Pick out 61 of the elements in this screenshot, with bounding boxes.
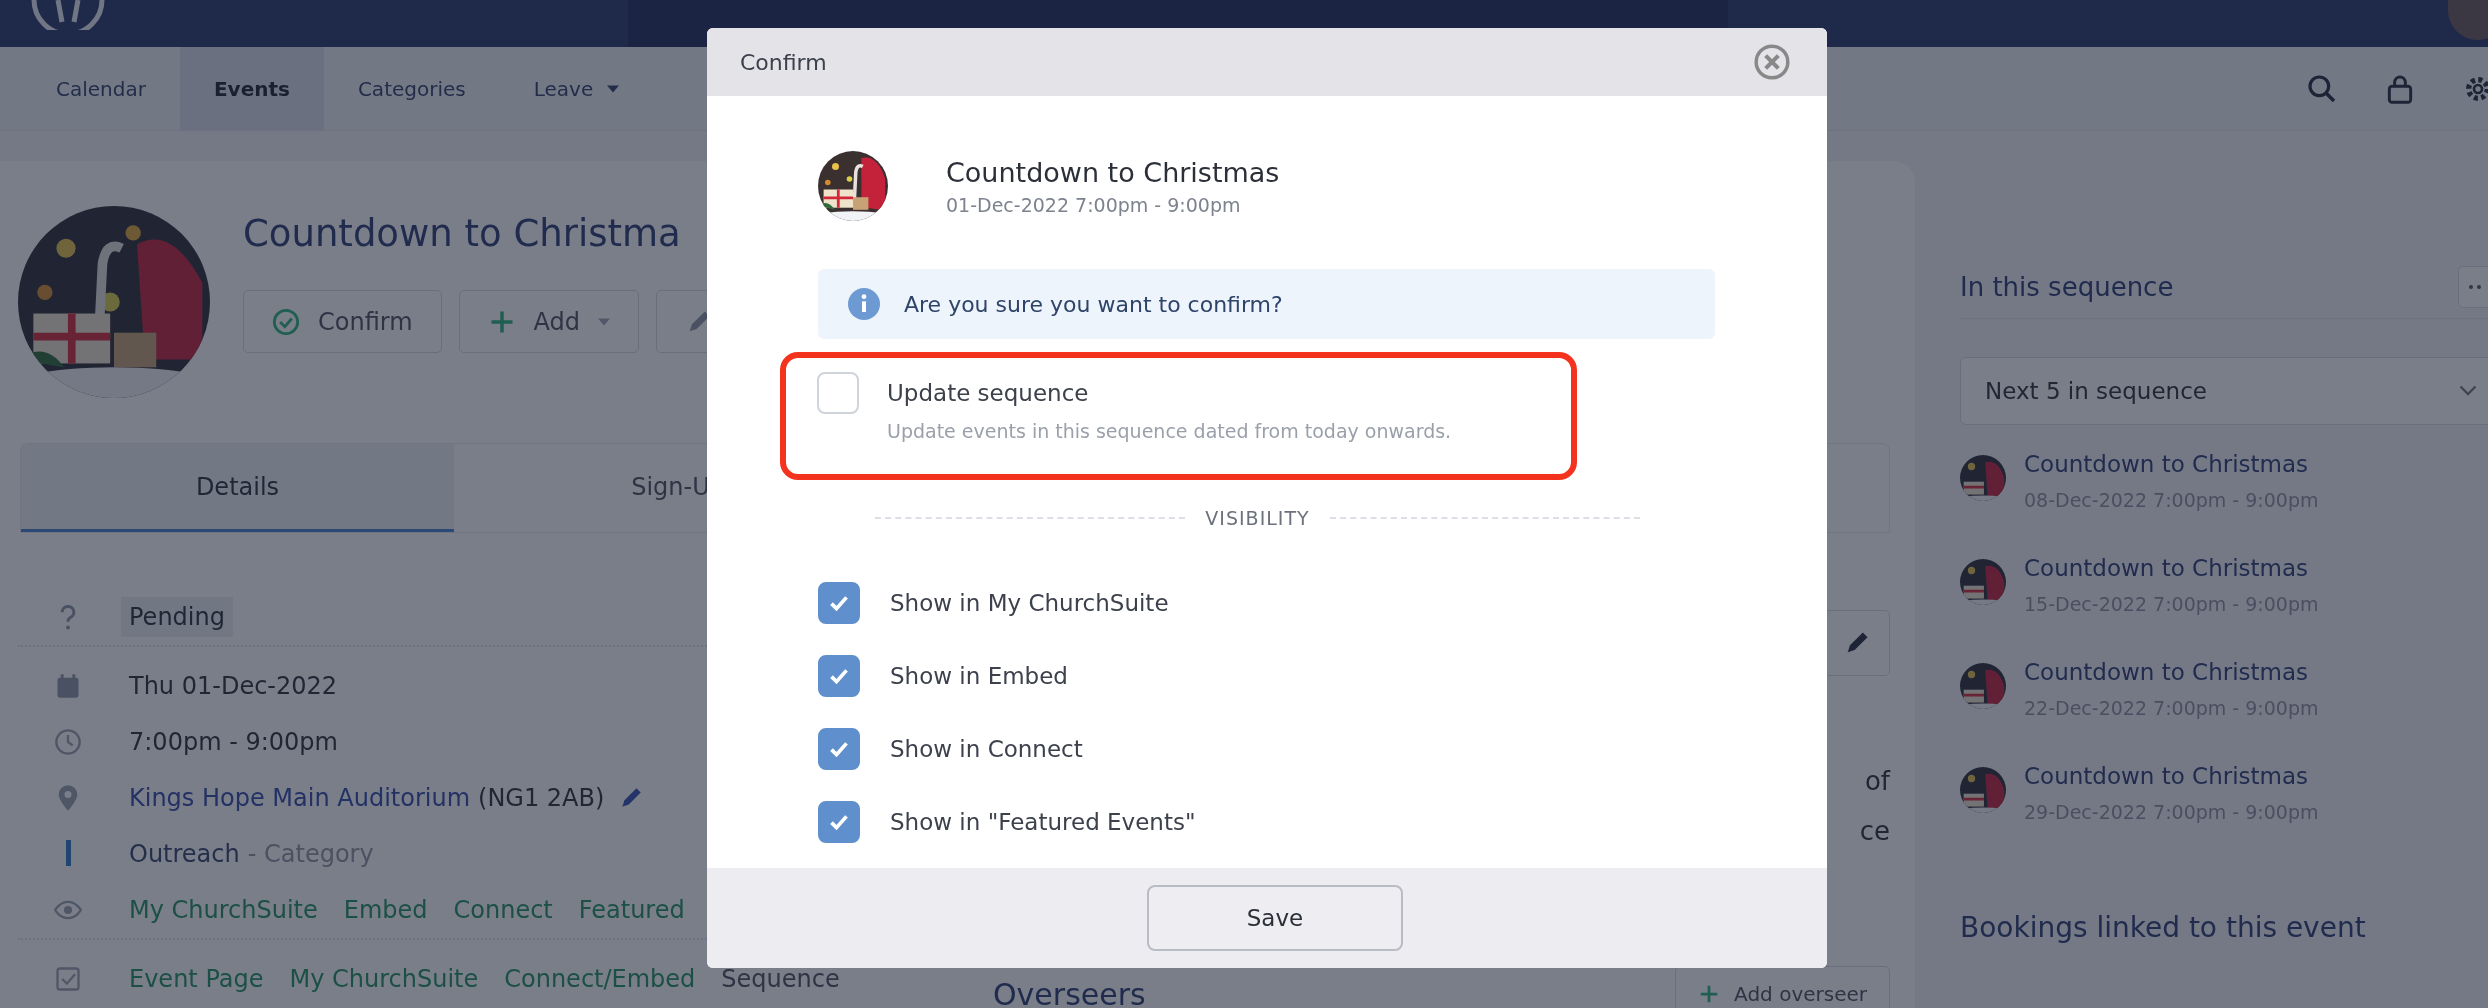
nav-tab[interactable]: Events (179, 47, 324, 130)
checkbox-hint: Update events in this sequence dated from today onwards. (887, 420, 1452, 442)
sequence-select[interactable]: Next 5 in sequence (1960, 357, 2488, 425)
checkbox-label: Show in "Featured Events" (890, 808, 1196, 837)
alert-message: Are you sure you want to confirm? (904, 291, 1283, 317)
visibility-tag[interactable]: Connect/Embed (504, 965, 696, 993)
caret-icon (598, 317, 611, 326)
event-link[interactable]: Countdown to Christmas (2024, 447, 2319, 481)
close-icon[interactable] (1753, 43, 1791, 81)
category-link[interactable]: Outreach (129, 840, 240, 868)
event-title: Countdown to Christmas (946, 156, 1280, 188)
location-link[interactable]: Kings Hope Main Auditorium (129, 784, 470, 812)
visibility-tag[interactable]: Event Page (129, 965, 264, 993)
info-icon (848, 288, 880, 320)
dialog-title: Confirm (740, 49, 827, 75)
nav-tab[interactable]: Leave (499, 47, 654, 130)
check-circle-icon (272, 307, 300, 336)
postcode: (NG1 2AB) (478, 784, 605, 812)
add-button[interactable]: Add (458, 290, 640, 353)
visibility-tag[interactable]: My ChurchSuite (289, 965, 479, 993)
clock-icon (54, 728, 82, 756)
checkbox-label: Show in My ChurchSuite (890, 589, 1169, 618)
add-overseer-button[interactable]: Add overseer (1675, 966, 1890, 1008)
checkbox-icon (54, 965, 82, 993)
event-date: 01-Dec-2022 7:00pm - 9:00pm (946, 193, 1242, 216)
event-time: 7:00pm - 9:00pm (129, 728, 338, 756)
section-heading: VISIBILITY (1205, 507, 1310, 529)
details-tab[interactable]: Details (21, 444, 454, 532)
visibility-tag[interactable]: Featured (578, 896, 685, 924)
checkbox[interactable] (817, 372, 859, 414)
event-title: Countdown to Christma (243, 211, 682, 257)
event-link[interactable]: Countdown to Christmas (2024, 759, 2319, 793)
checkbox[interactable] (818, 582, 860, 624)
section-title: Overseers (993, 976, 1146, 1008)
search-icon[interactable] (2306, 72, 2338, 105)
event-date: Thu 01-Dec-2022 (129, 672, 338, 700)
event-link[interactable]: Countdown to Christmas (2024, 551, 2319, 585)
event-link[interactable]: Countdown to Christmas (2024, 655, 2319, 689)
save-button[interactable]: Save (1147, 885, 1403, 951)
caret-icon (607, 84, 620, 93)
checkbox-label: Show in Connect (890, 735, 1083, 764)
visibility-tag[interactable]: Embed (343, 896, 428, 924)
status-label: Pending (121, 597, 233, 637)
nav-tab[interactable]: Categories (323, 47, 500, 130)
section-title: In this sequence (1960, 272, 2174, 302)
checkbox[interactable] (818, 728, 860, 770)
visibility-tag[interactable]: My ChurchSuite (129, 896, 318, 924)
visibility-tag[interactable]: Sequence (721, 965, 840, 993)
body-text: ce (1859, 815, 1890, 848)
chevron-down-icon (2459, 385, 2477, 397)
checkbox-label: Update sequence (887, 379, 1090, 408)
confirm-button[interactable]: Confirm (243, 290, 442, 353)
visibility-tag[interactable]: Connect (453, 896, 553, 924)
checkbox[interactable] (818, 655, 860, 697)
body-text: of (1864, 765, 1890, 798)
checkbox[interactable] (818, 801, 860, 843)
checkbox-label: Show in Embed (890, 662, 1068, 691)
nav-tab[interactable]: Calendar (22, 47, 180, 130)
section-title: Bookings linked to this event (1960, 911, 2367, 944)
edit-button[interactable] (1824, 610, 1890, 676)
category-marker (65, 840, 71, 866)
